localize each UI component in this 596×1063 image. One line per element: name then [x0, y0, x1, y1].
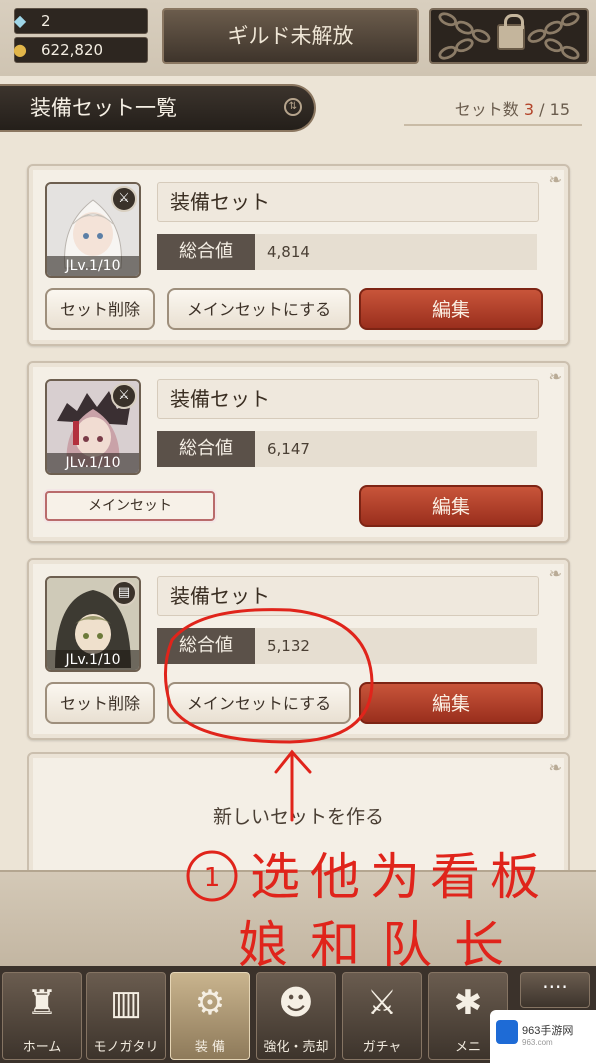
job-level: JLv.1/10 — [47, 650, 139, 670]
nav-home[interactable]: ♜ ホーム — [2, 972, 82, 1060]
job-level: JLv.1/10 — [47, 256, 139, 276]
sword-icon: ⚔ — [111, 383, 137, 409]
mask-icon: ☻ — [278, 983, 314, 1023]
gem-count: 2 — [41, 12, 51, 30]
nav-home-label: ホーム — [22, 1040, 62, 1055]
section-header: 装備セット一覧 ⇅ — [0, 84, 316, 132]
set-name-field[interactable]: 装備セット — [157, 576, 539, 616]
equipment-set-card: ❧ ⚔ JLv.1/10 装備セット 総合値 6,147 メインセット 編集 — [27, 361, 570, 543]
equipment-set-card: ❧ ⚔ JLv.1/10 装備セット 総合値 4,814 セット削除 メインセッ… — [27, 164, 570, 346]
sort-icon[interactable]: ⇅ — [284, 98, 302, 116]
set-count-max: 15 — [549, 100, 570, 119]
coin-icon: ● — [13, 40, 27, 59]
sword-icon: ⚔ — [111, 186, 137, 212]
set-name-field[interactable]: 装備セット — [157, 379, 539, 419]
delete-set-button[interactable]: セット削除 — [45, 682, 155, 724]
nav-story[interactable]: ▥ モノガタリ — [86, 972, 166, 1060]
nav-upgrade[interactable]: ☻ 強化・売却 — [256, 972, 336, 1060]
gold-counter: ● 622,820 — [13, 37, 148, 63]
nav-equipment-label: 装 備 — [194, 1040, 226, 1055]
book-icon: ▤ — [111, 580, 137, 606]
total-value: 6,147 — [267, 440, 310, 458]
castle-icon: ♜ — [26, 983, 58, 1023]
set-count-current: 3 — [523, 100, 535, 119]
set-count: セット数 3 / 15 — [404, 96, 582, 126]
guild-button[interactable]: ギルド未解放 — [162, 8, 419, 64]
corner-ornament-icon: ❧ — [548, 758, 562, 777]
set-count-separator: / — [534, 100, 550, 119]
section-title: 装備セット一覧 — [30, 96, 177, 120]
total-label: 総合値 — [157, 628, 255, 664]
corner-ornament-icon: ❧ — [548, 564, 562, 583]
lock-icon — [497, 14, 525, 50]
top-status-bar: ◆ 2 ● 622,820 ギルド未解放 — [0, 0, 596, 76]
corner-ornament-icon: ❧ — [548, 170, 562, 189]
nav-story-label: モノガタリ — [93, 1040, 159, 1055]
nav-gacha[interactable]: ⚔ ガチャ — [342, 972, 422, 1060]
nav-equipment[interactable]: ⚙ 装 備 — [170, 972, 250, 1060]
main-set-badge: メインセット — [45, 491, 215, 521]
new-set-card[interactable]: ❧ 新しいセットを作る — [27, 752, 570, 882]
total-value-row: 総合値 4,814 — [157, 234, 537, 270]
watermark-url: 963.com — [522, 1038, 553, 1047]
more-button[interactable]: ···· — [520, 972, 590, 1008]
equipment-icon: ⚙ — [194, 983, 226, 1023]
total-value-row: 総合値 6,147 — [157, 431, 537, 467]
edit-button[interactable]: 編集 — [359, 682, 543, 724]
total-value: 5,132 — [267, 637, 310, 655]
total-label: 総合値 — [157, 431, 255, 467]
edit-button[interactable]: 編集 — [359, 288, 543, 330]
site-logo-icon — [496, 1020, 518, 1044]
crystal-icon: ◆ — [13, 11, 27, 30]
equipment-set-card: ❧ ▤ JLv.1/10 装備セット 総合値 5,132 セット削除 メインセッ… — [27, 558, 570, 740]
set-name-field[interactable]: 装備セット — [157, 182, 539, 222]
total-value: 4,814 — [267, 243, 310, 261]
bottom-band — [0, 870, 596, 966]
locked-button[interactable] — [429, 8, 589, 64]
set-count-label: セット数 — [454, 100, 519, 119]
nav-gacha-label: ガチャ — [362, 1040, 402, 1055]
character-portrait[interactable]: ⚔ JLv.1/10 — [45, 182, 141, 278]
character-portrait[interactable]: ⚔ JLv.1/10 — [45, 379, 141, 475]
character-portrait[interactable]: ▤ JLv.1/10 — [45, 576, 141, 672]
delete-set-button[interactable]: セット削除 — [45, 288, 155, 330]
make-main-set-button[interactable]: メインセットにする — [167, 288, 351, 330]
total-value-row: 総合値 5,132 — [157, 628, 537, 664]
corner-ornament-icon: ❧ — [548, 367, 562, 386]
gem-counter: ◆ 2 — [14, 8, 148, 34]
new-set-label: 新しいセットを作る — [212, 806, 384, 828]
gold-count: 622,820 — [41, 41, 104, 59]
total-label: 総合値 — [157, 234, 255, 270]
watermark-name: 963手游网 — [522, 1025, 574, 1037]
book-icon: ▥ — [109, 983, 143, 1023]
swords-icon: ⚔ — [366, 983, 398, 1023]
edit-button[interactable]: 編集 — [359, 485, 543, 527]
job-level: JLv.1/10 — [47, 453, 139, 473]
watermark: 963手游网 963.com — [490, 1010, 596, 1063]
nav-upgrade-label: 強化・売却 — [263, 1040, 329, 1055]
make-main-set-button[interactable]: メインセットにする — [167, 682, 351, 724]
